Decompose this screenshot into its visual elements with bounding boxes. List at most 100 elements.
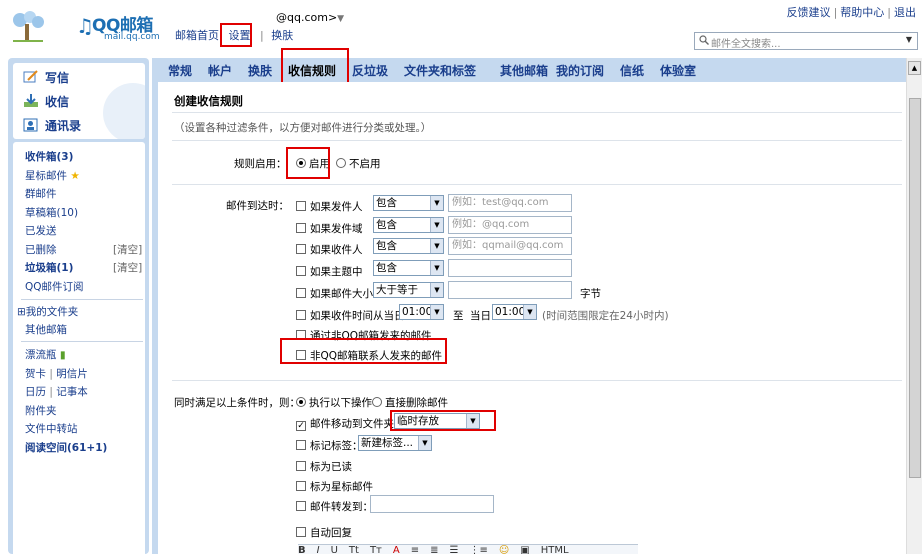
enable-radio[interactable]: 启用 bbox=[296, 156, 330, 171]
scroll-up-icon[interactable]: ▲ bbox=[908, 61, 921, 75]
calendar-link[interactable]: 日历 bbox=[25, 386, 46, 398]
postcard-link[interactable]: 明信片 bbox=[56, 368, 88, 380]
sidebar-item-subscription[interactable]: QQ邮件订阅 bbox=[25, 279, 84, 294]
cond-recipient-select[interactable]: 包含 ▼ bbox=[373, 238, 444, 254]
html-button[interactable]: HTML bbox=[541, 545, 569, 554]
link-help[interactable]: 帮助中心 bbox=[840, 6, 884, 19]
cond-recipient[interactable]: 如果收件人 bbox=[296, 242, 363, 257]
cond-sender[interactable]: 如果发件人 bbox=[296, 199, 363, 214]
cond-domain-input[interactable]: 例如：@qq.com bbox=[448, 216, 572, 234]
bullet-button[interactable]: ⋮≡ bbox=[469, 545, 487, 554]
sidebar-item-group[interactable]: 群邮件 bbox=[25, 186, 57, 201]
tab-labs[interactable]: 体验室 bbox=[660, 62, 696, 79]
indent-button[interactable]: ☰ bbox=[450, 545, 459, 554]
tab-general[interactable]: 常规 bbox=[168, 62, 192, 79]
font-button[interactable]: Tt bbox=[349, 545, 359, 554]
action-mark-star[interactable]: 标为星标邮件 bbox=[296, 479, 373, 494]
link-logout[interactable]: 退出 bbox=[894, 6, 916, 19]
font-color-button[interactable]: A bbox=[393, 545, 400, 554]
tab-account[interactable]: 帐户 bbox=[208, 62, 232, 79]
forward-input[interactable] bbox=[370, 495, 494, 513]
receive-button[interactable]: 收信 bbox=[23, 93, 69, 110]
sidebar-item-attachments[interactable]: 附件夹 bbox=[25, 403, 57, 418]
italic-button[interactable]: I bbox=[317, 545, 320, 554]
cond-subject-select[interactable]: 包含 ▼ bbox=[373, 260, 444, 276]
cond-subject-input[interactable] bbox=[448, 259, 572, 277]
tab-folders-tags[interactable]: 文件夹和标签 bbox=[404, 62, 476, 79]
cond-domain[interactable]: 如果发件域 bbox=[296, 221, 363, 236]
mark-read-label: 标为已读 bbox=[310, 461, 352, 473]
sidebar-item-sent[interactable]: 已发送 bbox=[25, 223, 57, 238]
sidebar-item-deleted[interactable]: 已删除 [清空] bbox=[25, 242, 142, 257]
sidebar-item-other-mail[interactable]: 其他邮箱 bbox=[25, 322, 67, 337]
move-folder-select[interactable]: 临时存放 ▼ bbox=[394, 413, 480, 429]
action-forward[interactable]: 邮件转发到： bbox=[296, 499, 373, 514]
align-button[interactable]: ≡ bbox=[411, 545, 419, 554]
cond-size-select[interactable]: 大于等于 ▼ bbox=[373, 282, 444, 298]
radio-on-icon bbox=[296, 397, 306, 407]
cond-recipient-input[interactable]: 例如：qqmail@qq.com bbox=[448, 237, 572, 255]
nav-skin[interactable]: 换肤 bbox=[271, 29, 293, 42]
notebook-link[interactable]: 记事本 bbox=[56, 386, 88, 398]
underline-button[interactable]: U bbox=[331, 545, 338, 554]
contacts-button[interactable]: 通讯录 bbox=[23, 117, 81, 134]
sidebar-item-reading-space[interactable]: 阅读空间(61+1) bbox=[25, 440, 107, 455]
sidebar-item-file-transfer[interactable]: 文件中转站 bbox=[25, 421, 78, 436]
nav-settings[interactable]: 设置 bbox=[229, 29, 251, 42]
sidebar-item-starred[interactable]: 星标邮件 ★ bbox=[25, 168, 80, 183]
tab-skin[interactable]: 换肤 bbox=[248, 62, 272, 79]
sidebar-item-spam[interactable]: 垃圾箱(1) [清空] bbox=[25, 260, 142, 275]
enable-label: 规则启用： bbox=[234, 158, 287, 170]
mail-search-input[interactable]: 邮件全文搜索... ▼ bbox=[694, 32, 918, 50]
tab-mail-rules[interactable]: 收信规则 bbox=[288, 62, 336, 79]
page-scrollbar[interactable]: ▲ bbox=[906, 58, 922, 554]
cond-sender-input[interactable]: 例如：test@qq.com bbox=[448, 194, 572, 212]
action-mark-read[interactable]: 标为已读 bbox=[296, 459, 352, 474]
sidebar-item-inbox[interactable]: 收件箱(3) bbox=[25, 149, 73, 164]
cond-domain-select[interactable]: 包含 ▼ bbox=[373, 217, 444, 233]
clear-deleted-link[interactable]: [清空] bbox=[113, 242, 142, 257]
cond-subject[interactable]: 如果主题中 bbox=[296, 264, 363, 279]
link-feedback[interactable]: 反馈建议 bbox=[787, 6, 831, 19]
sidebar-item-drift-bottle[interactable]: 漂流瓶 ▮ bbox=[25, 347, 66, 362]
folder-list: 收件箱(3) 星标邮件 ★ 群邮件 草稿箱(10) 已发送 已删除 [清空] 垃圾… bbox=[13, 142, 145, 554]
account-switcher[interactable]: @qq.com>▼ bbox=[276, 11, 344, 24]
nav-mail-home[interactable]: 邮箱首页 bbox=[175, 29, 219, 42]
link-separator: | bbox=[887, 6, 891, 19]
time-to-select[interactable]: 01:00 ▼ bbox=[492, 304, 537, 320]
tab-anti-spam[interactable]: 反垃圾 bbox=[352, 62, 388, 79]
compose-button[interactable]: 写信 bbox=[23, 69, 69, 86]
tag-select[interactable]: 新建标签... ▼ bbox=[358, 435, 432, 451]
tab-other-mail[interactable]: 其他邮箱 bbox=[500, 62, 548, 79]
checkbox-icon bbox=[296, 440, 306, 450]
account-email: @qq.com> bbox=[276, 11, 338, 24]
time-from-select[interactable]: 01:00 ▼ bbox=[399, 304, 444, 320]
scroll-thumb[interactable] bbox=[909, 98, 921, 478]
disable-radio[interactable]: 不启用 bbox=[336, 156, 381, 171]
cond-sender-select[interactable]: 包含 ▼ bbox=[373, 195, 444, 211]
action-tag[interactable]: 标记标签： bbox=[296, 438, 363, 453]
font-size-button[interactable]: Tт bbox=[370, 545, 382, 554]
image-icon[interactable]: ▣ bbox=[520, 545, 529, 554]
greeting-card-link[interactable]: 贺卡 bbox=[25, 368, 46, 380]
action-auto-reply[interactable]: 自动回复 bbox=[296, 525, 352, 540]
qq-mail-logo[interactable]: ♫ QQ邮箱 mail.qq.com bbox=[4, 4, 164, 48]
action-delete-radio[interactable]: 直接删除邮件 bbox=[372, 395, 448, 410]
action-move[interactable]: ✓ 邮件移动到文件夹 bbox=[296, 416, 394, 431]
bold-button[interactable]: B bbox=[298, 545, 306, 554]
cond-non-contact[interactable]: 非QQ邮箱联系人发来的邮件 bbox=[296, 348, 442, 363]
search-dropdown-icon[interactable]: ▼ bbox=[903, 35, 915, 47]
tab-subscription[interactable]: 我的订阅 bbox=[556, 62, 604, 79]
list-button[interactable]: ≣ bbox=[430, 545, 438, 554]
action-exec-radio[interactable]: 执行以下操作 bbox=[296, 395, 372, 410]
cond-time[interactable]: 如果收件时间从当日 bbox=[296, 308, 405, 323]
emoji-icon[interactable]: ☺ bbox=[499, 545, 509, 554]
tab-stationery[interactable]: 信纸 bbox=[620, 62, 644, 79]
cond-size[interactable]: 如果邮件大小 bbox=[296, 286, 373, 301]
sidebar-item-drafts[interactable]: 草稿箱(10) bbox=[25, 205, 78, 220]
cond-size-input[interactable] bbox=[448, 281, 572, 299]
sidebar-item-my-folders[interactable]: ⊞我的文件夹 bbox=[17, 304, 78, 319]
clear-spam-link[interactable]: [清空] bbox=[113, 260, 142, 275]
cond-via-non-qq[interactable]: 通过非QQ邮箱发来的邮件 bbox=[296, 328, 432, 343]
checkbox-icon bbox=[296, 527, 306, 537]
